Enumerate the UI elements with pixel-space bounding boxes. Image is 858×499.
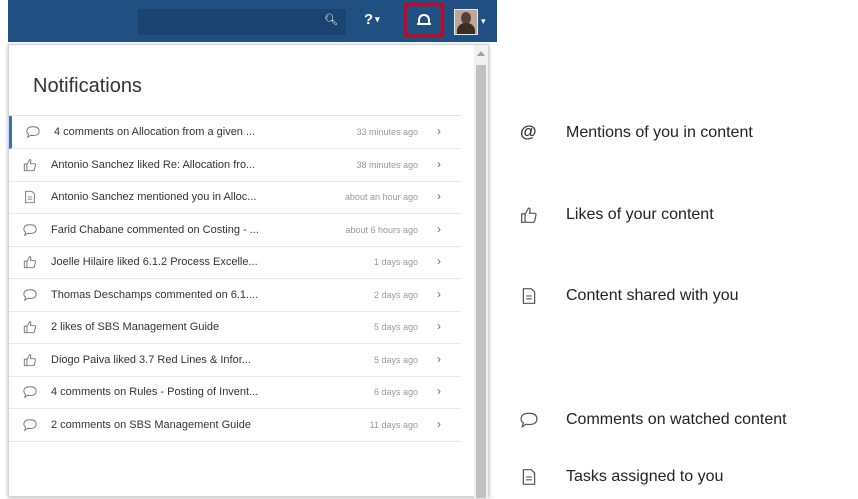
chevron-right-icon: › <box>437 156 441 171</box>
notification-item[interactable]: Antonio Sanchez liked Re: Allocation fro… <box>9 149 461 182</box>
page-icon <box>522 288 536 304</box>
legend-tasks-label: Tasks assigned to you <box>566 468 724 485</box>
notification-item[interactable]: Thomas Deschamps commented on 6.1.... 2 d… <box>9 279 461 312</box>
panel-title: Notifications <box>33 75 142 97</box>
comment-icon <box>520 412 538 429</box>
notification-text: 2 comments on SBS Management Guide <box>51 418 251 431</box>
notifications-button[interactable] <box>404 3 444 37</box>
comment-icon <box>23 418 37 431</box>
avatar <box>454 9 478 35</box>
like-icon <box>23 353 36 366</box>
page-icon <box>25 190 35 204</box>
notification-time: about 6 hours ago <box>345 224 418 235</box>
chevron-right-icon: › <box>437 416 441 431</box>
legend-shared-label: Content shared with you <box>566 287 739 304</box>
search-input[interactable]: 🔍︎ <box>138 9 346 35</box>
panel-scrollbar[interactable] <box>474 45 488 498</box>
notification-item[interactable]: 4 comments on Allocation from a given ..… <box>9 116 461 149</box>
chevron-right-icon: › <box>437 351 441 366</box>
legend-likes-label: Likes of your content <box>566 206 714 223</box>
notification-time: 1 days ago <box>373 257 418 267</box>
notification-item[interactable]: Farid Chabane commented on Costing - ...… <box>9 214 461 247</box>
comment-icon <box>23 288 37 301</box>
chevron-right-icon: › <box>437 319 441 333</box>
notification-item[interactable]: 4 comments on Rules - Posting of Invent.… <box>9 376 461 409</box>
at-sign-icon: @ <box>520 122 537 141</box>
chevron-right-icon: › <box>437 384 441 398</box>
help-menu-button[interactable]: ? ▾ <box>364 11 380 28</box>
notification-time: 6 days ago <box>373 387 418 397</box>
chevron-right-icon: › <box>437 221 441 236</box>
notification-item[interactable]: Diogo Paiva liked 3.7 Red Lines & Infor.… <box>9 344 461 377</box>
notification-item[interactable]: Antonio Sanchez mentioned you in Alloc..… <box>9 181 461 214</box>
comment-icon <box>23 223 37 236</box>
like-icon <box>23 158 36 171</box>
notification-text: Antonio Sanchez mentioned you in Alloc..… <box>51 191 257 203</box>
notification-text: Joelle Hilaire liked 6.1.2 Process Excel… <box>51 256 258 268</box>
notification-item[interactable]: 2 likes of SBS Management Guide 5 days ag… <box>9 311 461 344</box>
page-icon <box>522 469 536 485</box>
notifications-panel: Notifications 4 comments on Allocation f… <box>8 44 489 499</box>
notification-item[interactable]: Joelle Hilaire liked 6.1.2 Process Excel… <box>9 246 461 279</box>
notification-time: 33 minutes ago <box>356 127 418 137</box>
chevron-right-icon: › <box>437 254 441 268</box>
notification-time: 5 days ago <box>373 322 418 332</box>
notification-text: Thomas Deschamps commented on 6.1.... <box>51 288 259 301</box>
like-icon <box>521 207 537 223</box>
like-icon <box>23 321 36 334</box>
legend-comments-label: Comments on watched content <box>566 411 787 428</box>
notification-time: 11 days ago <box>369 419 418 430</box>
chevron-right-icon: › <box>437 124 441 138</box>
comment-icon <box>23 386 37 399</box>
notification-time: 2 days ago <box>373 289 418 300</box>
notifications-list: 4 comments on Allocation from a given ..… <box>9 115 461 499</box>
chevron-right-icon: › <box>437 286 441 301</box>
notification-time: 5 days ago <box>373 354 418 365</box>
notification-time: about an hour ago <box>344 192 418 202</box>
notification-text: 4 comments on Allocation from a given ..… <box>54 126 256 138</box>
legend-mentions-label: Mentions of you in content <box>566 124 753 141</box>
like-icon <box>23 256 36 269</box>
bell-icon <box>417 14 431 25</box>
chevron-down-icon: ▾ <box>375 14 380 24</box>
notification-text: 4 comments on Rules - Posting of Invent.… <box>51 386 259 398</box>
notification-item[interactable]: 2 comments on SBS Management Guide 11 day… <box>9 409 461 442</box>
notification-time: 38 minutes ago <box>356 159 418 170</box>
chevron-down-icon: ▾ <box>481 16 486 26</box>
top-nav-bar: 🔍︎ ? ▾ ▾ <box>8 0 497 42</box>
notification-text: Antonio Sanchez liked Re: Allocation fro… <box>51 158 256 171</box>
chevron-right-icon: › <box>437 189 441 203</box>
comment-icon <box>26 126 40 139</box>
user-menu-button[interactable]: ▾ <box>454 9 486 40</box>
notification-text: 2 likes of SBS Management Guide <box>51 321 220 333</box>
notification-text: Diogo Paiva liked 3.7 Red Lines & Infor.… <box>51 353 251 366</box>
notification-text: Farid Chabane commented on Costing - ... <box>51 223 259 236</box>
search-icon[interactable]: 🔍︎ <box>324 13 338 26</box>
help-icon: ? <box>364 11 374 28</box>
